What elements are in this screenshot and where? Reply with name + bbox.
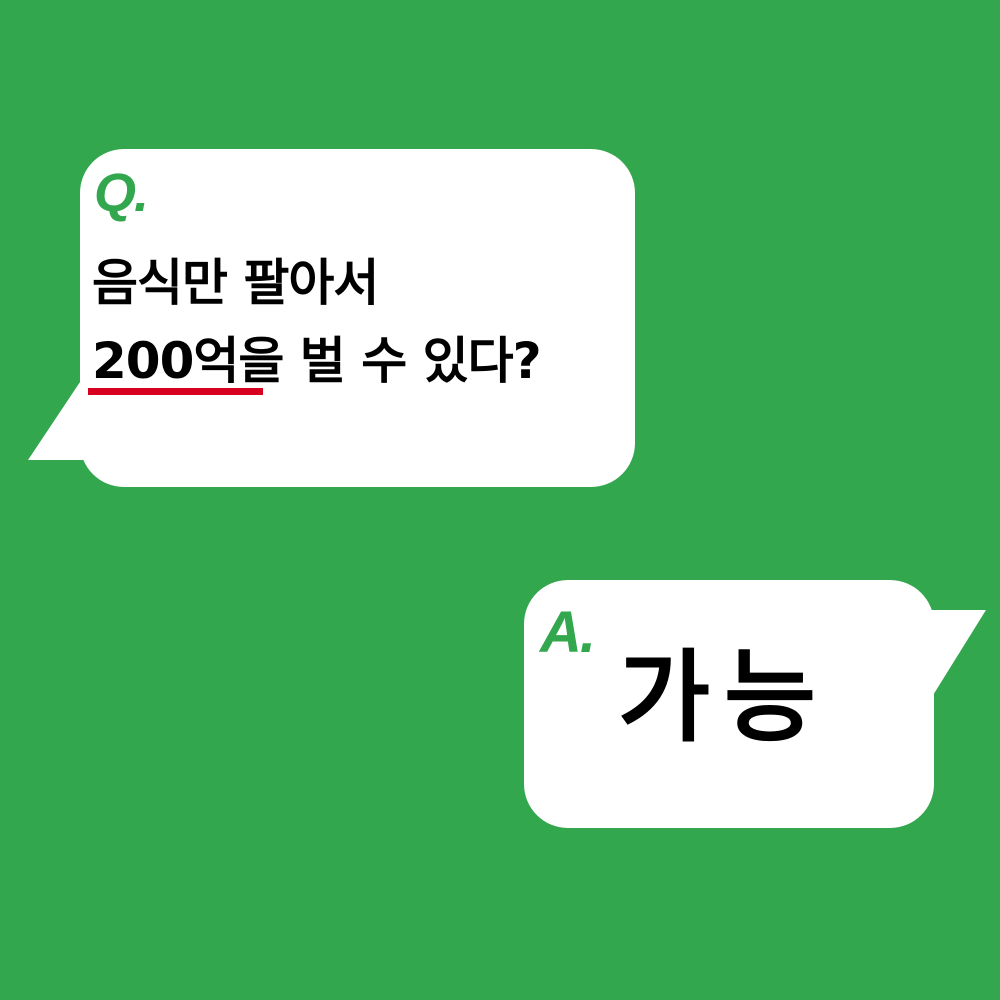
speech-bubbles bbox=[28, 149, 986, 828]
answer-text: 가능 bbox=[618, 639, 830, 756]
question-marker: Q. bbox=[94, 163, 149, 223]
highlight-underline bbox=[88, 388, 263, 395]
question-highlight: 200억 bbox=[92, 332, 239, 390]
question-line-2: 200억을 벌 수 있다? bbox=[92, 336, 542, 386]
question-line-2-rest: 을 벌 수 있다? bbox=[238, 332, 541, 390]
question-bubble-body bbox=[80, 149, 635, 487]
answer-marker: A. bbox=[540, 600, 596, 665]
question-line-1: 음식만 팔아서 bbox=[92, 254, 379, 312]
